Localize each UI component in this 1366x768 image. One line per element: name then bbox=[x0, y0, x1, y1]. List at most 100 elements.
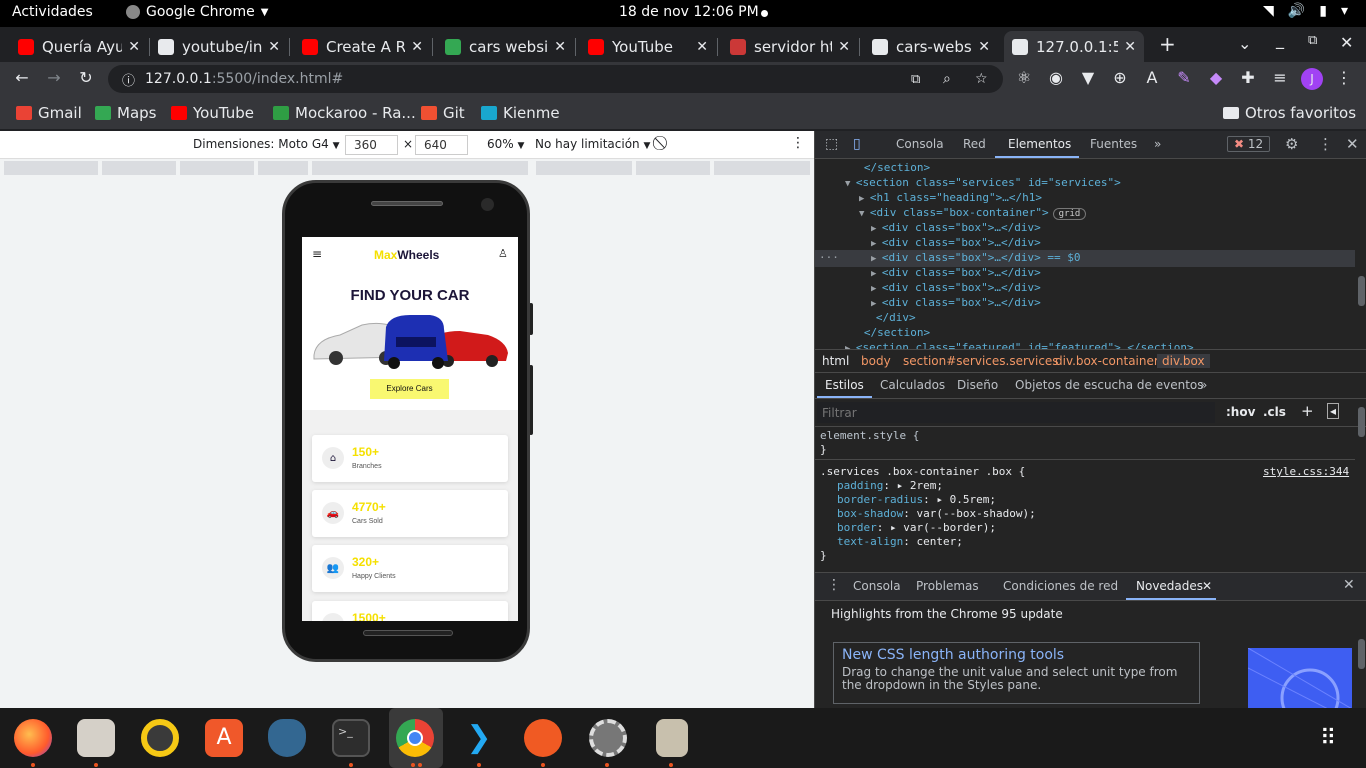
extension-icon[interactable]: ◉ bbox=[1045, 68, 1067, 87]
tab-elements[interactable]: Elementos bbox=[1008, 137, 1071, 151]
css-declaration[interactable]: border-radius: ▸ 0.5rem; bbox=[837, 493, 996, 507]
bookmark-star-icon[interactable]: ☆ bbox=[975, 71, 988, 87]
app-menu[interactable]: Google Chrome ▼ bbox=[126, 4, 268, 20]
tab-computed[interactable]: Calculados bbox=[880, 378, 945, 392]
files-icon[interactable] bbox=[77, 719, 115, 757]
bookmark-item[interactable]: Kienme bbox=[481, 104, 560, 122]
close-tab-icon[interactable]: ✕ bbox=[1202, 579, 1212, 593]
close-tab-icon[interactable]: ✕ bbox=[411, 39, 423, 55]
expand-right-icon[interactable]: ▶ bbox=[871, 269, 882, 279]
drawer-menu-icon[interactable]: ⋮ bbox=[827, 577, 841, 593]
dom-node[interactable]: ▶ <section class="featured" id="featured… bbox=[815, 340, 1355, 349]
clock[interactable]: 18 de nov 12:06 PM bbox=[619, 4, 759, 20]
styles-filter-input[interactable] bbox=[817, 402, 1215, 423]
terminal-icon[interactable]: >_ bbox=[332, 719, 370, 757]
tab-console[interactable]: Consola bbox=[896, 137, 944, 151]
close-drawer-icon[interactable]: ✕ bbox=[1343, 577, 1355, 593]
crumb-body[interactable]: body bbox=[861, 354, 891, 368]
media-query-bar[interactable] bbox=[0, 159, 814, 177]
activities-button[interactable]: Actividades bbox=[12, 4, 93, 20]
maximize-button[interactable]: ⧉ bbox=[1308, 33, 1317, 48]
card-title[interactable]: New CSS length authoring tools bbox=[842, 647, 1064, 663]
close-devtools-icon[interactable]: ✕ bbox=[1346, 135, 1359, 153]
back-button[interactable]: ← bbox=[11, 68, 33, 87]
forward-button[interactable]: → bbox=[43, 68, 65, 87]
crumb-box-container[interactable]: div.box-container bbox=[1055, 354, 1159, 368]
archive-manager-icon[interactable] bbox=[656, 719, 688, 757]
vscode-icon[interactable]: ❯ bbox=[460, 719, 498, 757]
close-tab-icon[interactable]: ✕ bbox=[128, 39, 140, 55]
extension-icon[interactable]: ▼ bbox=[1077, 68, 1099, 87]
styles-scrollbar[interactable] bbox=[1358, 407, 1365, 437]
expand-right-icon[interactable]: ▶ bbox=[871, 284, 882, 294]
menu-icon[interactable]: ⋮ bbox=[1333, 68, 1355, 87]
rule-selector[interactable]: .services .box-container .box { bbox=[820, 465, 1025, 479]
tab[interactable]: Quería Ayu ✕ bbox=[10, 31, 148, 62]
media-icon[interactable]: ≡ bbox=[1269, 68, 1291, 87]
expand-down-icon[interactable]: ▼ bbox=[859, 209, 870, 219]
zoom-icon[interactable]: ⌕ bbox=[943, 71, 951, 87]
inspect-icon[interactable]: ⬚ bbox=[825, 136, 838, 152]
tab[interactable]: servidor htt ✕ bbox=[722, 31, 858, 62]
bookmark-item[interactable]: Mockaroo - Ra... bbox=[273, 104, 416, 122]
zoom-select[interactable]: 60% ▼ bbox=[487, 137, 524, 151]
tab[interactable]: cars websit ✕ bbox=[437, 31, 574, 62]
system-tray[interactable]: ◥ 🔊 ▮ ▾ bbox=[1263, 3, 1348, 19]
tab-layout[interactable]: Diseño bbox=[957, 378, 998, 392]
extension-icon[interactable]: A bbox=[1141, 68, 1163, 87]
more-subtabs-icon[interactable]: » bbox=[1200, 378, 1207, 392]
device-toggle-icon[interactable]: ▯ bbox=[853, 136, 861, 152]
profile-avatar[interactable]: J bbox=[1301, 68, 1323, 90]
css-property[interactable]: border-radius bbox=[837, 493, 923, 506]
crumb-section[interactable]: section#services.services bbox=[903, 354, 1059, 368]
other-bookmarks-folder[interactable]: Otros favoritos bbox=[1223, 104, 1356, 122]
element-style-rule[interactable]: element.style { bbox=[820, 429, 919, 443]
css-value[interactable]: var(--box-shadow); bbox=[916, 507, 1035, 520]
crumb-html[interactable]: html bbox=[822, 354, 849, 368]
new-tab-button[interactable]: + bbox=[1159, 32, 1176, 56]
battery-icon[interactable]: ▮ bbox=[1319, 3, 1327, 19]
css-declaration[interactable]: border: ▸ var(--border); bbox=[837, 521, 996, 535]
expand-right-icon[interactable]: ▶ bbox=[871, 254, 882, 264]
close-tab-icon[interactable]: ✕ bbox=[838, 39, 850, 55]
wifi-icon[interactable]: ◥ bbox=[1263, 3, 1274, 19]
new-rule-icon[interactable]: + bbox=[1301, 402, 1314, 420]
reload-button[interactable]: ↻ bbox=[75, 68, 97, 87]
css-value[interactable]: ▸ 2rem; bbox=[897, 479, 943, 492]
power-menu-icon[interactable]: ▾ bbox=[1341, 3, 1348, 19]
expand-right-icon[interactable]: ▶ bbox=[859, 194, 870, 204]
translate-icon[interactable]: ⧉ bbox=[911, 72, 920, 87]
settings-gear-icon[interactable]: ⚙ bbox=[1285, 135, 1298, 153]
explore-cars-button[interactable]: Explore Cars bbox=[370, 379, 449, 399]
expand-right-icon[interactable]: ▶ bbox=[871, 299, 882, 309]
sidebar-toggle-icon[interactable]: ◂ bbox=[1327, 403, 1340, 419]
tab-search-icon[interactable]: ⌄ bbox=[1238, 34, 1251, 53]
extension-icon[interactable]: ⊕ bbox=[1109, 68, 1131, 87]
dom-scrollbar[interactable] bbox=[1358, 276, 1365, 306]
css-property[interactable]: box-shadow bbox=[837, 507, 903, 520]
puzzle-icon[interactable]: ✚ bbox=[1237, 68, 1259, 87]
show-apps-icon[interactable]: ⠿ bbox=[1320, 726, 1338, 751]
device-select[interactable]: Dimensiones: Moto G4 ▼ bbox=[193, 137, 340, 151]
close-tab-icon[interactable]: ✕ bbox=[978, 39, 990, 55]
rhythmbox-icon[interactable] bbox=[141, 719, 179, 757]
error-count-badge[interactable]: ✖ 12 bbox=[1227, 136, 1271, 152]
tab-sources[interactable]: Fuentes bbox=[1090, 137, 1137, 151]
close-tab-icon[interactable]: ✕ bbox=[554, 39, 566, 55]
height-input[interactable]: 640 bbox=[415, 135, 468, 155]
css-value[interactable]: center; bbox=[916, 535, 962, 548]
feature-card[interactable]: New CSS length authoring tools Drag to c… bbox=[833, 642, 1200, 704]
expand-down-icon[interactable]: ▼ bbox=[845, 179, 856, 189]
address-bar[interactable]: ⓘ 127.0.0.1:5500/index.html# ⧉ ⌕ ☆ bbox=[108, 65, 1003, 93]
expand-right-icon[interactable] bbox=[853, 329, 864, 339]
close-tab-icon[interactable]: ✕ bbox=[268, 39, 280, 55]
tab[interactable]: YouTube ✕ bbox=[580, 31, 716, 62]
site-logo[interactable]: MaxWheels bbox=[374, 248, 439, 262]
firefox-icon[interactable] bbox=[14, 719, 52, 757]
css-property[interactable]: padding bbox=[837, 479, 883, 492]
node-actions-icon[interactable]: ··· bbox=[819, 250, 839, 265]
expand-right-icon[interactable]: ▶ bbox=[871, 224, 882, 234]
tab[interactable]: youtube/in ✕ bbox=[150, 31, 288, 62]
expand-right-icon[interactable] bbox=[853, 164, 864, 174]
close-window-button[interactable]: ✕ bbox=[1340, 33, 1353, 52]
